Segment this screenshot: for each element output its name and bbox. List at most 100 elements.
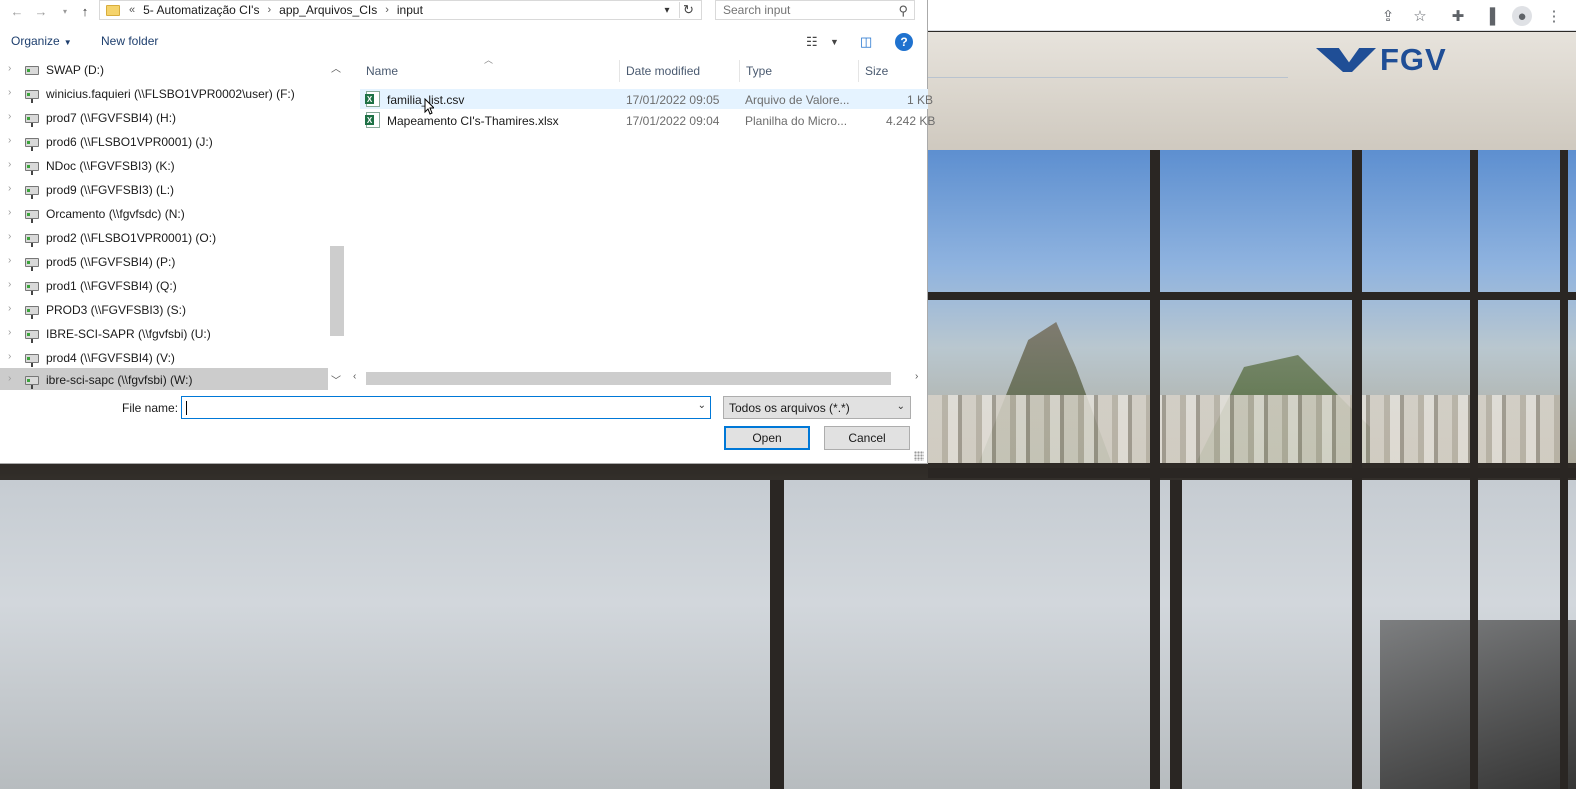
view-options-caret-icon[interactable]: ▼ bbox=[830, 37, 839, 47]
expand-chevron-icon[interactable]: › bbox=[8, 111, 11, 122]
breadcrumb-overflow[interactable]: « bbox=[129, 4, 135, 16]
browser-menu-icon[interactable]: ⋮ bbox=[1544, 6, 1564, 26]
expand-chevron-icon[interactable]: › bbox=[8, 373, 11, 384]
organize-button[interactable]: Organize ▼ bbox=[11, 34, 72, 48]
nav-scrollbar[interactable] bbox=[329, 58, 345, 390]
nav-item-label: NDoc (\\FGVFSBI3) (K:) bbox=[46, 159, 175, 173]
scroll-down-chevron-icon[interactable]: ﹀ bbox=[331, 372, 341, 387]
address-dropdown-icon[interactable]: ▾ bbox=[659, 2, 675, 18]
expand-chevron-icon[interactable]: › bbox=[8, 207, 11, 218]
nav-item-drive[interactable]: › IBRE-SCI-SAPR (\\fgvfsbi) (U:) bbox=[0, 322, 328, 346]
search-box[interactable]: ⚲ bbox=[715, 0, 915, 20]
scroll-right-chevron-icon[interactable]: › bbox=[915, 371, 918, 382]
change-view-icon[interactable]: ☷ bbox=[806, 34, 818, 50]
column-header-name[interactable]: Name bbox=[360, 60, 620, 82]
nav-item-drive[interactable]: › prod2 (\\FLSBO1VPR0001) (O:) bbox=[0, 226, 328, 250]
file-type-dropdown-icon[interactable]: ⌄ bbox=[897, 401, 905, 412]
nav-item-drive[interactable]: › winicius.faquieri (\\FLSBO1VPR0002\user… bbox=[0, 82, 328, 106]
file-name-combobox[interactable]: ⌄ bbox=[181, 396, 711, 419]
browser-toolbar: ⇪ ☆ ✚ ▐ ● ⋮ bbox=[928, 0, 1576, 31]
search-input[interactable] bbox=[716, 3, 886, 17]
network-drive-icon bbox=[25, 306, 39, 319]
nav-item-label: SWAP (D:) bbox=[46, 63, 105, 77]
breadcrumb-chevron-icon[interactable]: › bbox=[267, 4, 271, 16]
text-caret bbox=[186, 401, 187, 415]
expand-chevron-icon[interactable]: › bbox=[8, 231, 11, 242]
nav-scrollbar-thumb[interactable] bbox=[330, 246, 344, 336]
folder-icon bbox=[106, 4, 120, 16]
expand-chevron-icon[interactable]: › bbox=[8, 303, 11, 314]
open-button[interactable]: Open bbox=[724, 426, 810, 450]
column-header-date-modified[interactable]: Date modified bbox=[620, 60, 740, 82]
breadcrumb-segment[interactable]: input bbox=[397, 3, 423, 17]
file-date: 17/01/2022 09:05 bbox=[626, 93, 720, 107]
expand-chevron-icon[interactable]: › bbox=[8, 159, 11, 170]
breadcrumb-segment[interactable]: 5- Automatização CI's bbox=[143, 3, 259, 17]
back-arrow-icon[interactable]: ← bbox=[8, 2, 26, 20]
nav-item-label: prod6 (\\FLSBO1VPR0001) (J:) bbox=[46, 135, 213, 149]
expand-chevron-icon[interactable]: › bbox=[8, 135, 11, 146]
file-name-input[interactable] bbox=[182, 397, 682, 418]
extensions-icon[interactable]: ✚ bbox=[1448, 6, 1468, 26]
file-name-label: File name: bbox=[122, 401, 179, 415]
new-folder-button[interactable]: New folder bbox=[101, 34, 158, 48]
nav-item-drive[interactable]: › prod1 (\\FGVFSBI4) (Q:) bbox=[0, 274, 328, 298]
expand-chevron-icon[interactable]: › bbox=[8, 183, 11, 194]
nav-item-drive[interactable]: › prod6 (\\FLSBO1VPR0001) (J:) bbox=[0, 130, 328, 154]
forward-arrow-icon[interactable]: → bbox=[32, 2, 50, 20]
resize-grip[interactable] bbox=[914, 451, 924, 461]
breadcrumb-chevron-icon[interactable]: › bbox=[385, 4, 389, 16]
preview-pane-icon[interactable]: ◫ bbox=[860, 34, 872, 50]
expand-chevron-icon[interactable]: › bbox=[8, 255, 11, 266]
fgv-logo-mark bbox=[1316, 46, 1376, 74]
organize-label: Organize bbox=[11, 34, 60, 48]
profile-avatar-icon[interactable]: ● bbox=[1512, 6, 1532, 26]
expand-chevron-icon[interactable]: › bbox=[8, 279, 11, 290]
expand-chevron-icon[interactable]: › bbox=[8, 327, 11, 338]
breadcrumb-segment[interactable]: app_Arquivos_CIs bbox=[279, 3, 377, 17]
side-panel-icon[interactable]: ▐ bbox=[1480, 6, 1500, 26]
address-row: ← → ▾ ↑ « 5- Automatização CI's › app_Ar… bbox=[0, 0, 928, 23]
file-type: Planilha do Micro... bbox=[745, 114, 848, 128]
nav-item-drive[interactable]: › Orcamento (\\fgvfsdc) (N:) bbox=[0, 202, 328, 226]
scroll-left-chevron-icon[interactable]: ‹ bbox=[353, 371, 356, 382]
up-folder-arrow-icon[interactable]: ↑ bbox=[76, 2, 94, 20]
network-drive-icon bbox=[25, 114, 39, 127]
horizontal-scrollbar-thumb[interactable] bbox=[366, 372, 891, 385]
help-icon[interactable]: ? bbox=[895, 33, 913, 51]
nav-item-label: PROD3 (\\FGVFSBI3) (S:) bbox=[46, 303, 187, 317]
address-bar[interactable]: « 5- Automatização CI's › app_Arquivos_C… bbox=[99, 0, 702, 20]
bookmark-star-icon[interactable]: ☆ bbox=[1410, 6, 1430, 26]
expand-chevron-icon[interactable]: › bbox=[8, 87, 11, 98]
network-drive-icon bbox=[25, 234, 39, 247]
fgv-logo[interactable]: FGV bbox=[1316, 42, 1447, 78]
share-icon[interactable]: ⇪ bbox=[1378, 6, 1398, 26]
nav-item-label: prod7 (\\FGVFSBI4) (H:) bbox=[46, 111, 177, 125]
scroll-up-chevron-icon[interactable]: ︿ bbox=[331, 60, 341, 75]
nav-item-drive[interactable]: › SWAP (D:) bbox=[0, 58, 328, 82]
search-icon[interactable]: ⚲ bbox=[898, 3, 908, 19]
nav-item-drive[interactable]: › NDoc (\\FGVFSBI3) (K:) bbox=[0, 154, 328, 178]
nav-item-label: ibre-sci-sapc (\\fgvfsbi) (W:) bbox=[46, 373, 193, 387]
nav-item-drive[interactable]: › prod5 (\\FGVFSBI4) (P:) bbox=[0, 250, 328, 274]
nav-item-drive[interactable]: › prod7 (\\FGVFSBI4) (H:) bbox=[0, 106, 328, 130]
expand-chevron-icon[interactable]: › bbox=[8, 351, 11, 362]
dropdown-caret-icon: ▼ bbox=[63, 38, 72, 47]
file-name-dropdown-icon[interactable]: ⌄ bbox=[698, 400, 706, 411]
refresh-icon[interactable]: ↻ bbox=[679, 2, 697, 18]
column-header-size[interactable]: Size bbox=[859, 60, 928, 82]
nav-item-drive[interactable]: › prod9 (\\FGVFSBI3) (L:) bbox=[0, 178, 328, 202]
column-header-type[interactable]: Type bbox=[740, 60, 859, 82]
cancel-button[interactable]: Cancel bbox=[824, 426, 910, 450]
network-drive-icon bbox=[25, 90, 39, 103]
file-type-select[interactable]: Todos os arquivos (*.*) ⌄ bbox=[723, 396, 911, 419]
nav-item-drive[interactable]: › PROD3 (\\FGVFSBI3) (S:) bbox=[0, 298, 328, 322]
command-bar: Organize ▼ New folder ☷ ▼ ◫ bbox=[0, 30, 928, 54]
expand-chevron-icon[interactable]: › bbox=[8, 63, 11, 74]
file-row[interactable]: Mapeamento CI's-Thamires.xlsx 17/01/2022… bbox=[360, 110, 935, 130]
nav-item-drive-selected[interactable]: › ibre-sci-sapc (\\fgvfsbi) (W:) bbox=[0, 368, 328, 390]
recent-locations-chevron-icon[interactable]: ▾ bbox=[56, 2, 74, 20]
nav-item-drive[interactable]: › prod4 (\\FGVFSBI4) (V:) bbox=[0, 346, 328, 370]
file-row[interactable]: familia_list.csv 17/01/2022 09:05 Arquiv… bbox=[360, 89, 933, 109]
file-name[interactable]: Mapeamento CI's-Thamires.xlsx bbox=[387, 114, 559, 128]
